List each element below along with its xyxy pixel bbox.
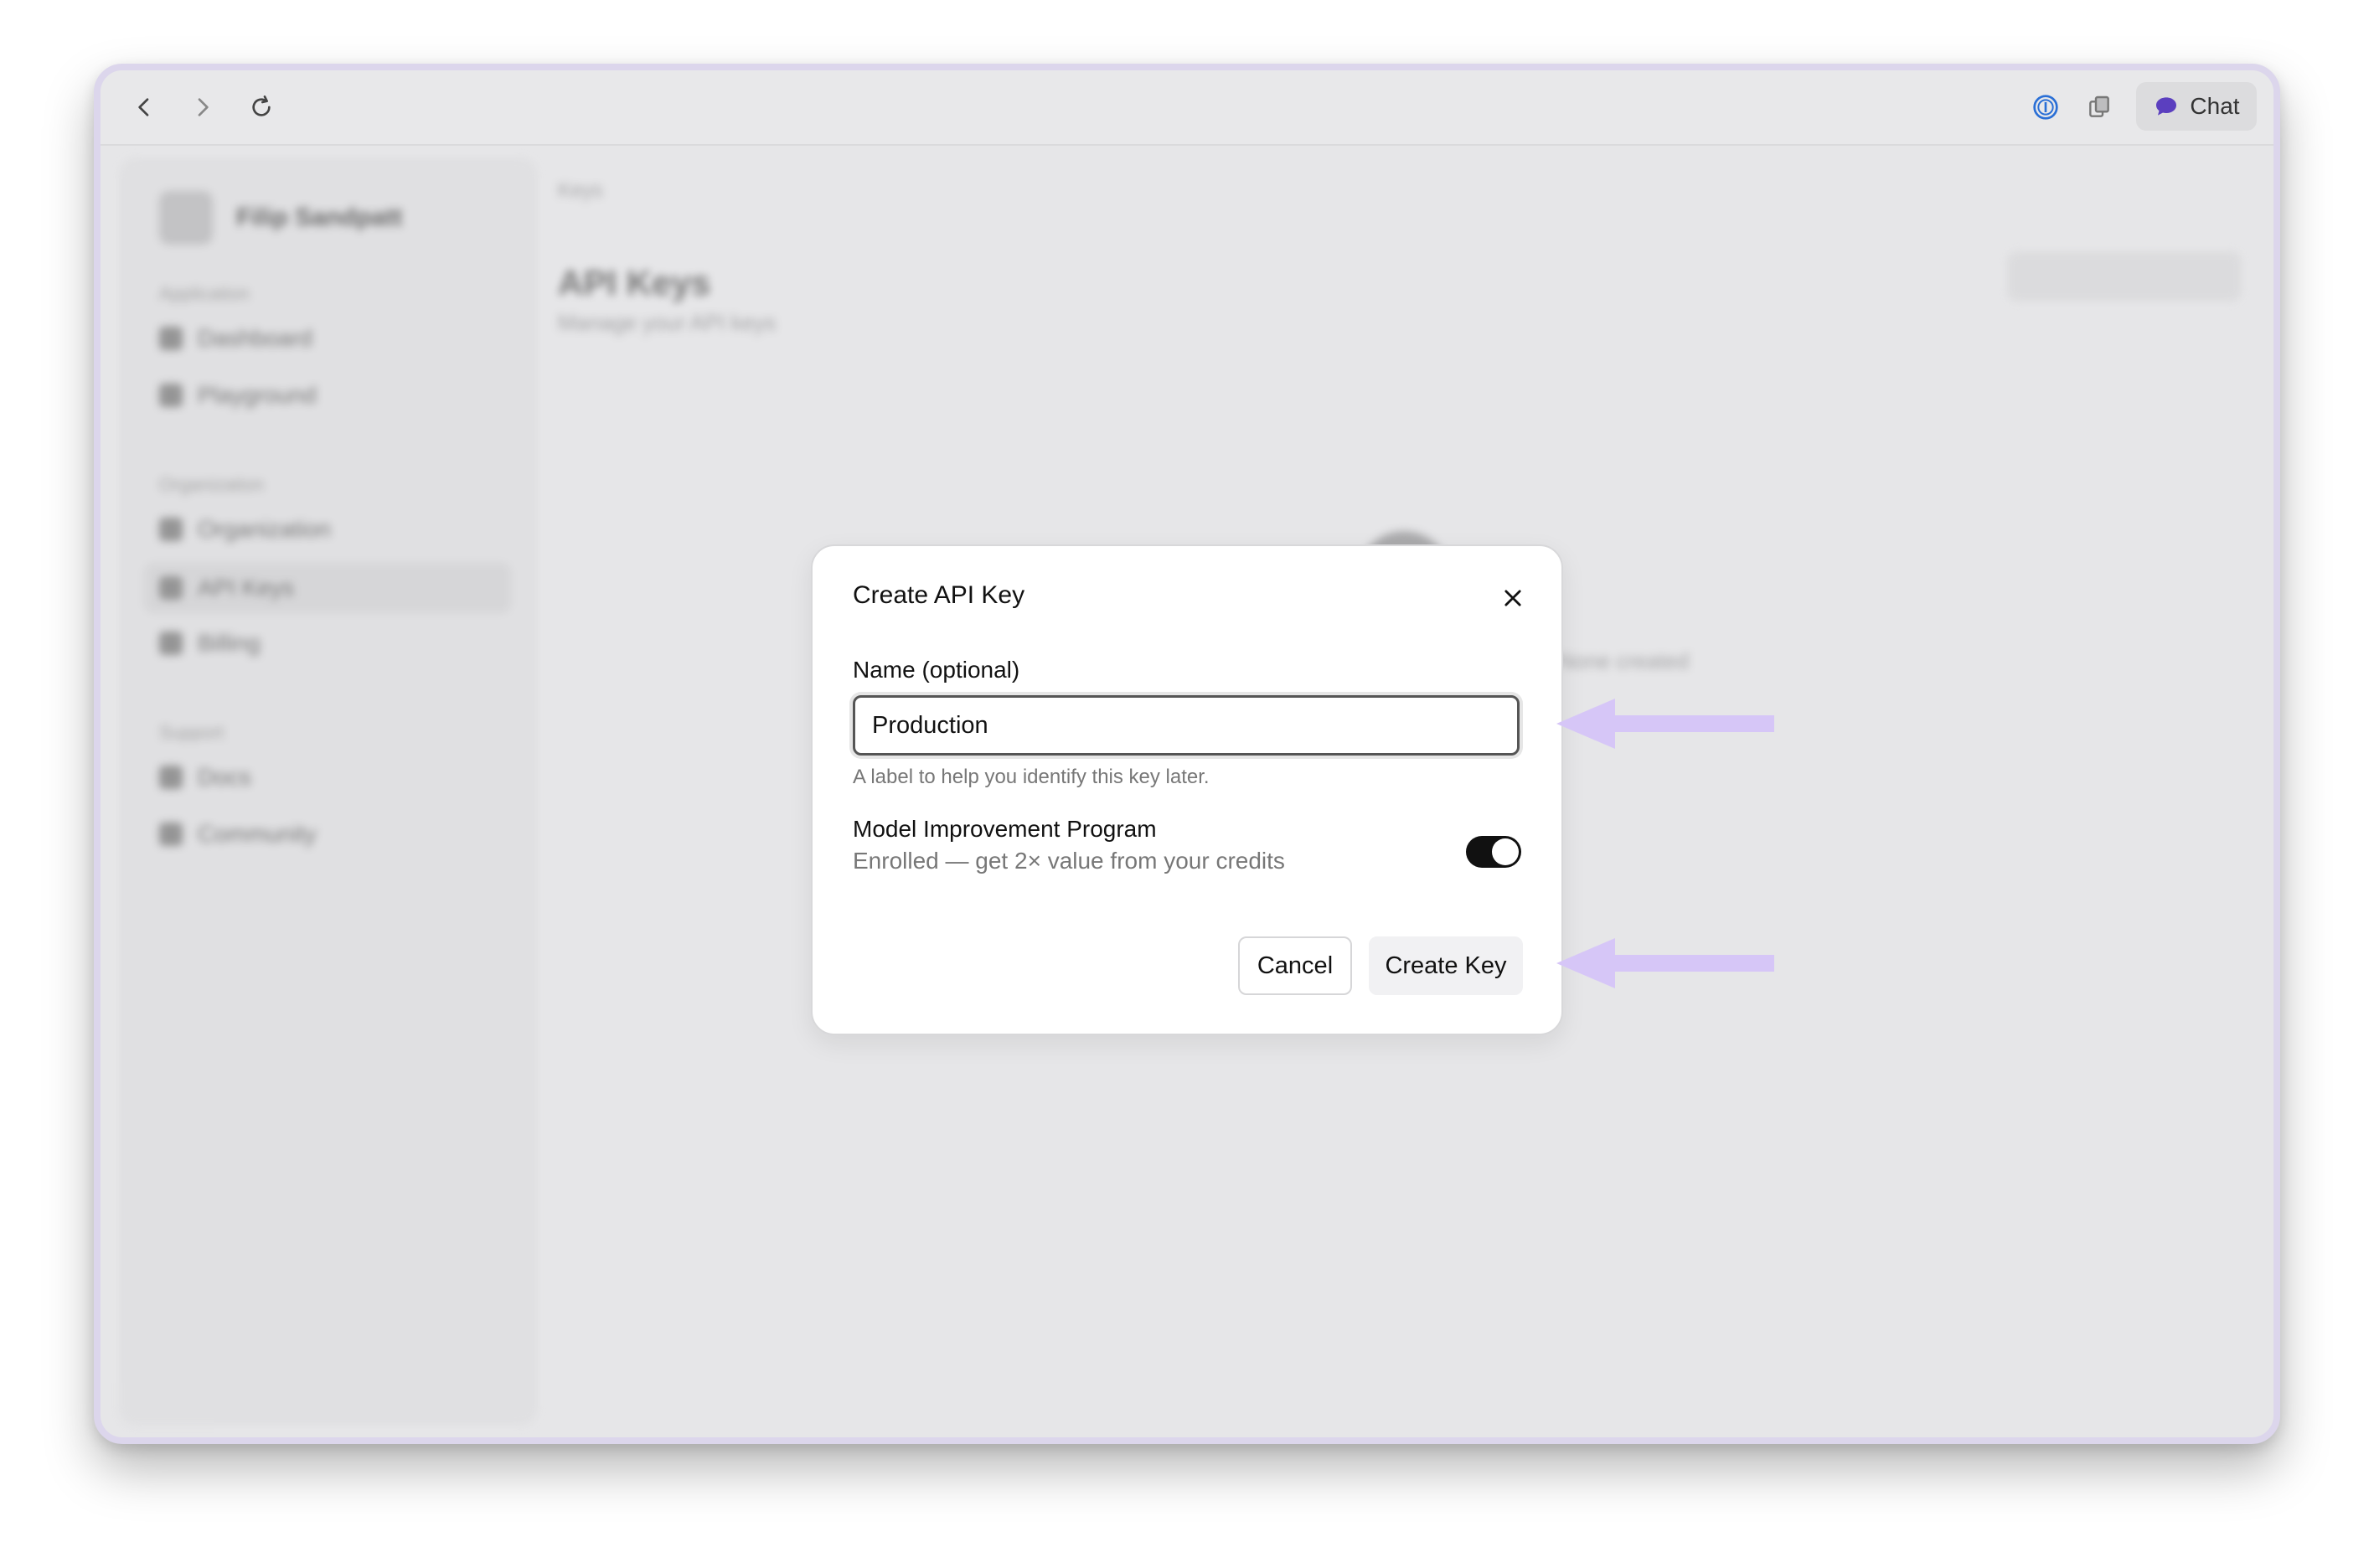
dashboard-icon — [159, 327, 183, 350]
sidebar-item-label: Community — [198, 821, 317, 847]
dialog-title: Create API Key — [853, 581, 1025, 609]
sidebar-item-docs: Docs — [159, 764, 251, 791]
sidebar-item-community: Community — [159, 821, 317, 848]
sidebar-item-label: Organization — [198, 516, 331, 542]
sidebar: Filip Sandpatt Application Dashboard Pla… — [119, 157, 538, 1426]
forward-icon[interactable] — [184, 89, 221, 126]
sidebar-item-billing: Billing — [159, 630, 261, 657]
create-key-button[interactable]: Create Key — [1369, 936, 1523, 995]
back-icon[interactable] — [126, 89, 163, 126]
annotation-arrow-icon — [1556, 938, 1774, 988]
empty-state-text: None created — [1558, 648, 1690, 673]
user-name: Filip Sandpatt — [236, 204, 403, 231]
organization-icon — [159, 518, 183, 541]
cancel-button[interactable]: Cancel — [1238, 936, 1352, 995]
extensions-icon[interactable] — [2081, 89, 2118, 126]
model-improvement-toggle[interactable] — [1466, 836, 1521, 868]
sidebar-section-label: Application — [159, 283, 250, 304]
docs-icon — [159, 766, 183, 789]
name-input[interactable] — [853, 695, 1520, 756]
billing-icon — [159, 632, 183, 655]
sidebar-item-label: Docs — [198, 764, 251, 790]
sidebar-section-label: Organization — [159, 474, 264, 495]
page-title: API Keys — [558, 263, 711, 302]
create-api-key-dialog: Create API Key Name (optional) A label t… — [811, 544, 1563, 1035]
chat-bubble-icon — [2156, 97, 2177, 116]
name-field-label: Name (optional) — [853, 657, 1020, 683]
breadcrumb: Keys — [558, 179, 603, 202]
sidebar-item-label: API Keys — [198, 575, 295, 601]
chat-label: Chat — [2190, 93, 2240, 119]
sidebar-item-label: Billing — [198, 630, 261, 656]
model-improvement-description: Enrolled — get 2× value from your credit… — [853, 848, 1285, 874]
chat-button[interactable]: Chat — [2136, 82, 2257, 131]
sidebar-item-label: Dashboard — [198, 325, 312, 351]
community-icon — [159, 823, 183, 846]
name-field-help: A label to help you identify this key la… — [853, 766, 1210, 788]
avatar — [159, 191, 213, 245]
sidebar-item-organization: Organization — [159, 516, 331, 543]
model-improvement-title: Model Improvement Program — [853, 816, 1157, 842]
annotation-arrow-icon — [1556, 699, 1774, 749]
playground-icon — [159, 384, 183, 407]
sidebar-item-dashboard: Dashboard — [159, 325, 312, 352]
sidebar-item-api-keys: API Keys — [144, 563, 511, 613]
browser-toolbar: Chat — [101, 70, 2273, 146]
key-icon — [159, 576, 183, 600]
sidebar-section-label: Support — [159, 722, 224, 743]
close-icon[interactable] — [1498, 583, 1528, 613]
password-manager-icon[interactable] — [2027, 89, 2064, 126]
screenshot-stage: Chat Filip Sandpatt Application Dashboar… — [0, 0, 2374, 1568]
sidebar-user: Filip Sandpatt — [159, 191, 402, 245]
sidebar-item-playground: Playground — [159, 382, 317, 409]
sidebar-item-label: Playground — [198, 382, 317, 408]
create-api-key-button-bg — [2007, 251, 2242, 302]
toggle-knob — [1492, 838, 1519, 865]
page-subtitle: Manage your API keys — [558, 310, 777, 335]
reload-icon[interactable] — [243, 89, 280, 126]
